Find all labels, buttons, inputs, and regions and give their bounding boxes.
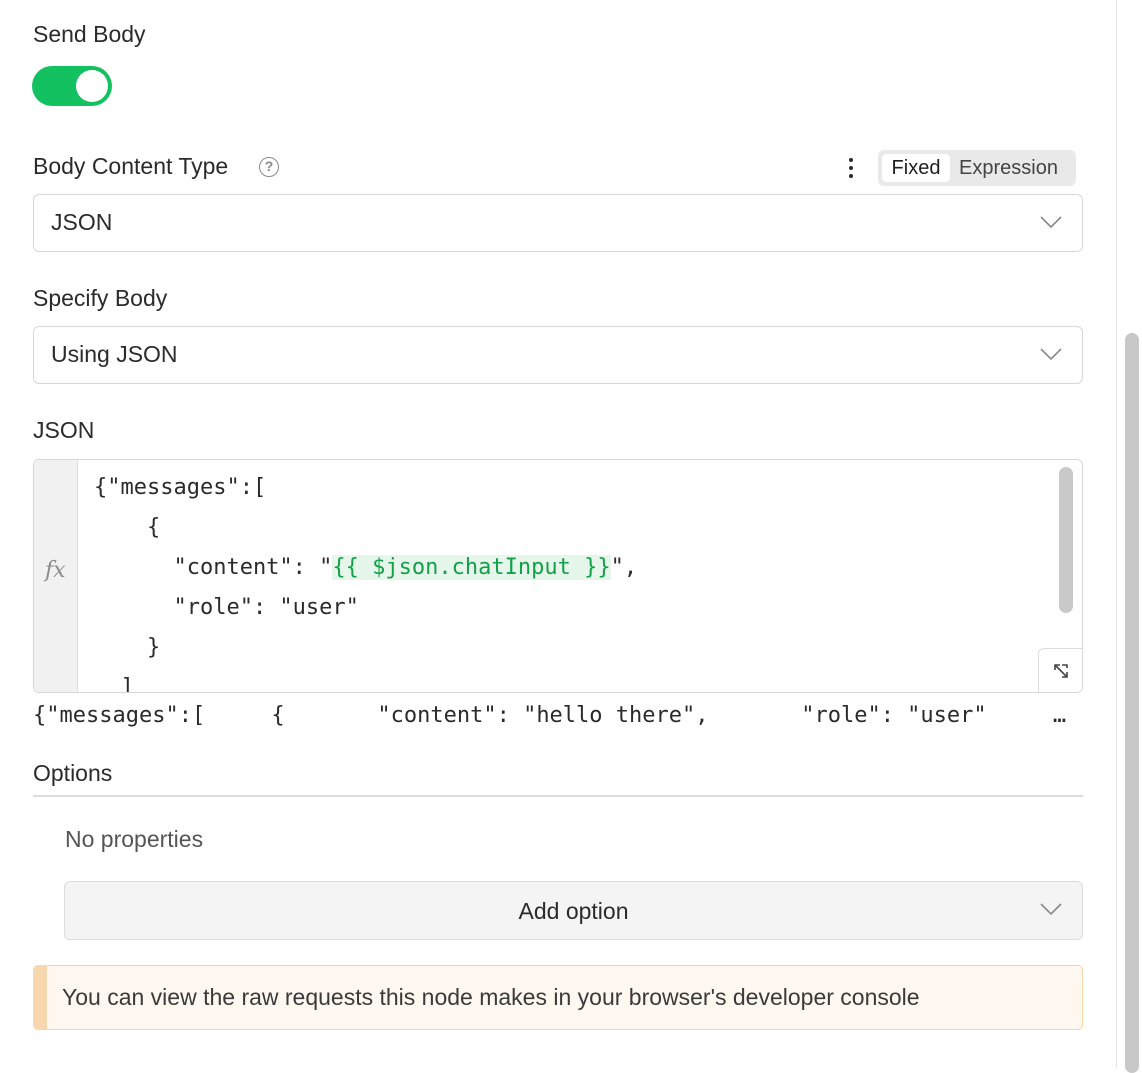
code-text: "role": "user"	[94, 595, 359, 620]
question-circle-icon[interactable]: ?	[259, 157, 279, 177]
code-line: {"messages":[	[94, 472, 266, 512]
code-text: {	[94, 515, 161, 540]
code-line: "role": "user"	[94, 592, 359, 632]
add-option-button[interactable]: Add option	[64, 881, 1083, 940]
expand-editor-button[interactable]	[1038, 648, 1082, 692]
code-text: "content": "	[94, 555, 333, 580]
code-text: ",	[610, 555, 638, 580]
chevron-down-icon	[1040, 216, 1062, 229]
send-body-label: Send Body	[33, 21, 146, 47]
json-label: JSON	[33, 417, 95, 443]
no-properties-text: No properties	[65, 826, 204, 852]
notice-text: You can view the raw requests this node …	[62, 984, 920, 1010]
editor-scrollbar[interactable]	[1059, 467, 1073, 613]
chevron-down-icon	[1040, 903, 1062, 916]
toggle-knob	[76, 70, 108, 102]
code-line: }	[94, 632, 160, 672]
send-body-toggle[interactable]	[32, 66, 112, 106]
fixed-expression-switch: Fixed Expression	[878, 150, 1076, 186]
chevron-down-icon	[1040, 348, 1062, 361]
code-text: }	[94, 635, 161, 660]
specify-body-label: Specify Body	[33, 285, 168, 311]
options-divider	[33, 795, 1083, 797]
code-line: ]	[94, 672, 134, 693]
code-line: "content": "{{ $json.chatInput }}",	[94, 552, 637, 592]
fx-icon: fx	[45, 558, 66, 583]
options-label: Options	[33, 760, 113, 786]
more-options-icon[interactable]	[840, 155, 862, 181]
editor-gutter: fx	[34, 460, 78, 692]
expression-mode-tab[interactable]: Expression	[959, 154, 1058, 182]
code-text: ]	[94, 675, 134, 693]
body-content-type-value: JSON	[51, 209, 113, 235]
json-result-preview: {"messages":[ { "content": "hello there"…	[33, 703, 1078, 728]
fixed-mode-tab[interactable]: Fixed	[882, 154, 950, 182]
json-code-editor[interactable]: fx {"messages":[ { "content": "{{ $json.…	[33, 459, 1083, 693]
expression-token: {{ $json.chatInput }}	[332, 555, 611, 580]
specify-body-value: Using JSON	[51, 341, 178, 367]
code-text: {"messages":[	[94, 475, 267, 500]
specify-body-select[interactable]: Using JSON	[33, 326, 1083, 384]
http-request-body-panel: Send Body Body Content Type ? Fixed Expr…	[0, 0, 1116, 1068]
add-option-label: Add option	[518, 898, 629, 924]
panel-scrollbar-thumb[interactable]	[1125, 333, 1139, 1073]
developer-console-notice: You can view the raw requests this node …	[33, 965, 1083, 1030]
expand-icon	[1054, 664, 1068, 678]
body-content-type-select[interactable]: JSON	[33, 194, 1083, 252]
body-content-type-label: Body Content Type	[33, 153, 229, 179]
code-line: {	[94, 512, 160, 552]
